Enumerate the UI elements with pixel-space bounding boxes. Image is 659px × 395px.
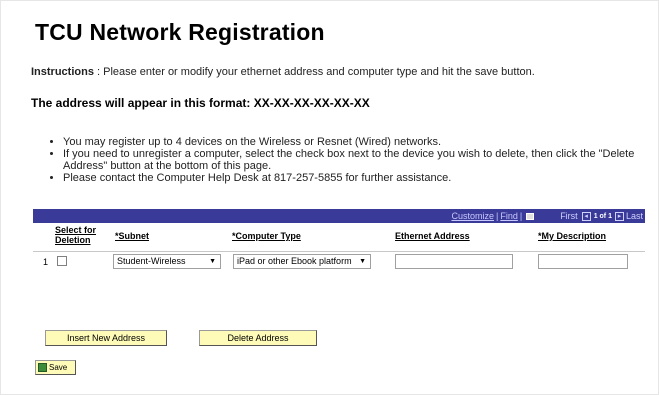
- computer-type-value: iPad or other Ebook platform: [237, 256, 352, 266]
- save-label: Save: [49, 363, 68, 372]
- chevron-down-icon: ▼: [209, 258, 216, 265]
- customize-link[interactable]: Customize: [451, 211, 494, 221]
- grid-toolbar: Customize | Find | First ◂ 1 of 1 ▸ Last: [33, 209, 645, 223]
- col-header-description[interactable]: *My Description: [538, 231, 606, 241]
- col-header-select: Select for Deletion: [55, 225, 97, 245]
- prev-arrow-icon[interactable]: ◂: [581, 211, 591, 221]
- save-icon: [38, 363, 47, 372]
- instructions: Instructions : Please enter or modify yo…: [31, 66, 535, 78]
- instructions-text: : Please enter or modify your ethernet a…: [93, 66, 535, 78]
- first-link[interactable]: First: [560, 211, 578, 221]
- ethernet-address-input[interactable]: [395, 254, 513, 269]
- address-format-note: The address will appear in this format: …: [31, 96, 370, 110]
- info-bullet: If you need to unregister a computer, se…: [63, 148, 649, 172]
- page: TCU Network Registration Instructions : …: [0, 0, 659, 395]
- computer-type-select[interactable]: iPad or other Ebook platform ▼: [233, 254, 371, 269]
- delete-checkbox[interactable]: [57, 256, 67, 266]
- subnet-select[interactable]: Student-Wireless ▼: [113, 254, 221, 269]
- instructions-label: Instructions: [31, 66, 94, 78]
- row-number: 1: [43, 257, 49, 267]
- description-input[interactable]: [538, 254, 628, 269]
- last-link[interactable]: Last: [626, 211, 643, 221]
- col-header-computer-type[interactable]: *Computer Type: [232, 231, 301, 241]
- grid-header: Select for Deletion *Subnet *Computer Ty…: [33, 223, 645, 251]
- download-icon[interactable]: [526, 212, 535, 220]
- info-bullet: You may register up to 4 devices on the …: [63, 136, 649, 148]
- info-bullet-list: You may register up to 4 devices on the …: [49, 136, 649, 184]
- device-grid: Customize | Find | First ◂ 1 of 1 ▸ Last…: [33, 209, 645, 271]
- find-link[interactable]: Find: [500, 211, 518, 221]
- row-position: 1 of 1: [593, 212, 612, 220]
- chevron-down-icon: ▼: [359, 258, 366, 265]
- col-header-ethernet[interactable]: Ethernet Address: [395, 231, 470, 241]
- page-title: TCU Network Registration: [35, 19, 325, 45]
- table-row: 1 Student-Wireless ▼ iPad or other Ebook…: [33, 251, 645, 271]
- delete-address-button[interactable]: Delete Address: [199, 330, 317, 346]
- next-arrow-icon[interactable]: ▸: [614, 211, 624, 221]
- save-button[interactable]: Save: [35, 360, 76, 375]
- info-bullet: Please contact the Computer Help Desk at…: [63, 172, 649, 184]
- subnet-value: Student-Wireless: [117, 256, 186, 266]
- insert-address-button[interactable]: Insert New Address: [45, 330, 167, 346]
- col-header-subnet[interactable]: *Subnet: [115, 231, 149, 241]
